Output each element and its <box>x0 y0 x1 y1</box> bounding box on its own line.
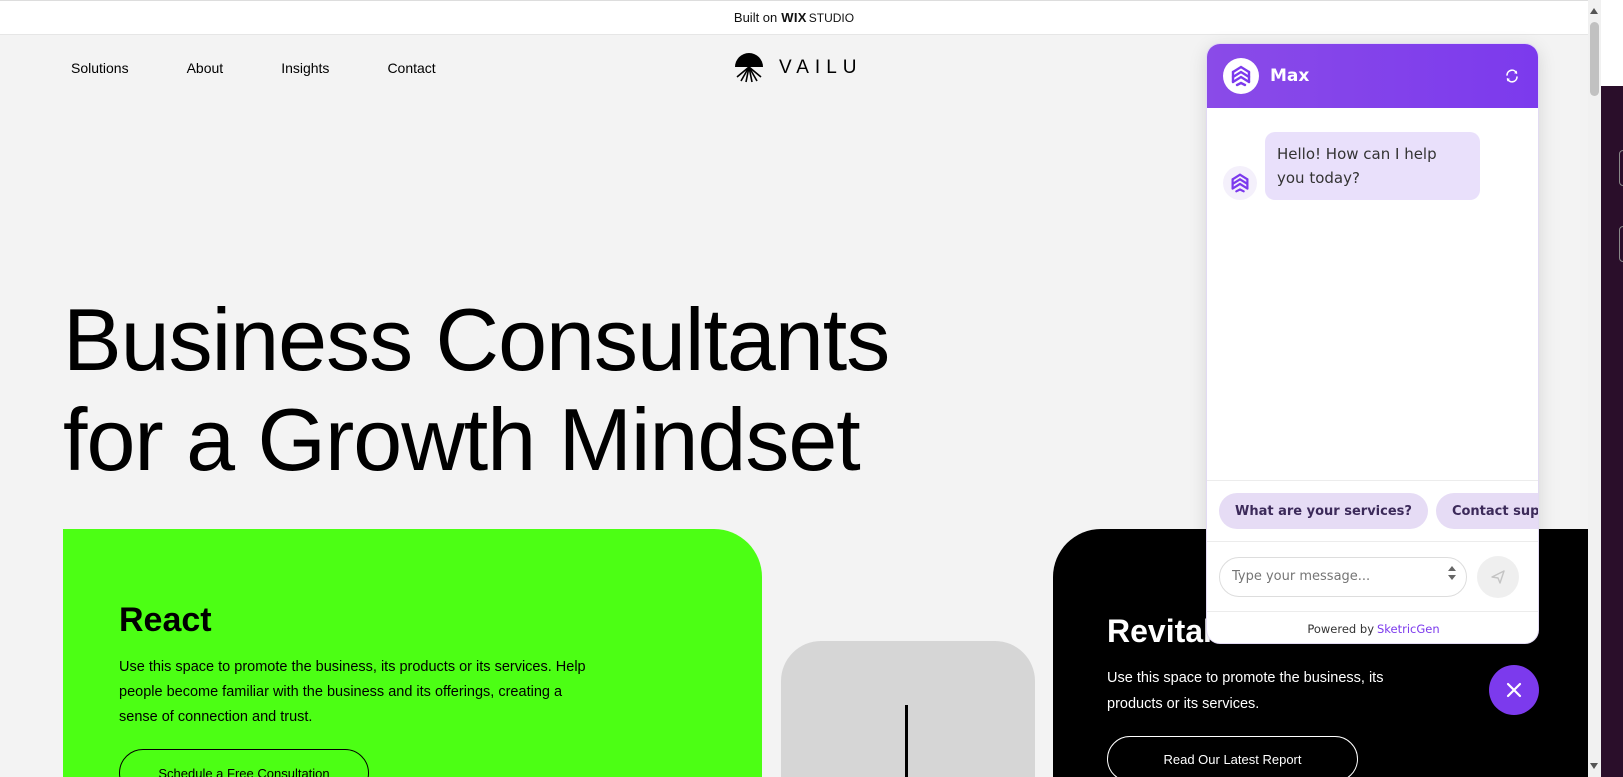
wix-brand: WIX <box>781 10 807 25</box>
react-card-title: React <box>119 601 212 639</box>
nav-item-insights[interactable]: Insights <box>281 60 329 76</box>
wix-product: STUDIO <box>808 10 855 25</box>
chat-bot-name: Max <box>1270 66 1310 86</box>
message-bubble: Hello! How can I help you today? <box>1265 132 1480 200</box>
hero-heading: Business Consultants for a Growth Mindse… <box>63 290 890 490</box>
decorative-bar <box>905 705 908 777</box>
send-icon <box>1491 569 1505 584</box>
bot-message: Hello! How can I help you today? <box>1223 132 1480 200</box>
wix-banner[interactable]: Built on WIX STUDIO <box>0 0 1588 35</box>
suggestion-chip-services[interactable]: What are your services? <box>1219 493 1428 529</box>
site-logo[interactable]: VAILU <box>733 53 863 83</box>
edge-tab <box>1619 150 1623 186</box>
schedule-consultation-button[interactable]: Schedule a Free Consultation <box>119 749 369 777</box>
hero-line-1: Business Consultants <box>63 290 890 389</box>
nav-item-solutions[interactable]: Solutions <box>71 60 129 76</box>
spinner-up-icon[interactable] <box>1448 565 1456 571</box>
close-chat-button[interactable] <box>1489 665 1539 715</box>
powered-by-brand-link[interactable]: SketricGen <box>1377 622 1440 636</box>
adjacent-window-edge <box>1601 0 1623 777</box>
edge-tab <box>1619 226 1623 262</box>
grey-card <box>781 641 1035 777</box>
refresh-icon[interactable] <box>1500 64 1524 88</box>
logo-text: VAILU <box>779 57 863 78</box>
main-nav: Solutions About Insights Contact <box>71 60 494 76</box>
react-card: React Use this space to promote the busi… <box>63 529 762 777</box>
bot-avatar <box>1223 58 1259 94</box>
scrollbar-thumb[interactable] <box>1590 22 1599 96</box>
chat-messages[interactable]: Hello! How can I help you today? <box>1207 108 1538 524</box>
scroll-down-icon[interactable] <box>1590 763 1598 769</box>
chat-input-area <box>1207 541 1538 611</box>
read-report-button[interactable]: Read Our Latest Report <box>1107 736 1358 777</box>
input-spinner[interactable] <box>1448 565 1456 580</box>
dark-panel <box>1601 86 1623 777</box>
close-icon <box>1506 682 1522 698</box>
suggestion-chip-contact-support[interactable]: Contact support <box>1435 493 1538 529</box>
message-input[interactable] <box>1232 569 1432 584</box>
revitalize-card-text: Use this space to promote the business, … <box>1107 670 1384 712</box>
chat-widget: Max Hello! How can I help you today? Wha… <box>1206 43 1539 644</box>
bot-logo-icon <box>1231 173 1249 193</box>
banner-prefix: Built on <box>733 10 778 25</box>
spinner-down-icon[interactable] <box>1448 574 1456 580</box>
page-scrollbar[interactable] <box>1588 0 1601 777</box>
nav-item-contact[interactable]: Contact <box>387 60 435 76</box>
chat-footer: Powered by SketricGen <box>1207 611 1538 643</box>
bot-logo-icon <box>1231 65 1251 87</box>
nav-item-about[interactable]: About <box>187 60 224 76</box>
message-input-wrapper <box>1219 556 1467 597</box>
message-avatar <box>1223 166 1257 200</box>
suggestion-chips: What are your services? Contact support <box>1207 480 1538 541</box>
scroll-up-icon[interactable] <box>1590 8 1598 14</box>
sunburst-logo-icon <box>735 53 763 83</box>
hero-line-2: for a Growth Mindset <box>63 390 861 489</box>
powered-by-label: Powered by <box>1307 621 1374 636</box>
chat-header: Max <box>1207 44 1538 108</box>
react-card-text: Use this space to promote the business, … <box>119 659 586 725</box>
send-button[interactable] <box>1477 555 1519 598</box>
